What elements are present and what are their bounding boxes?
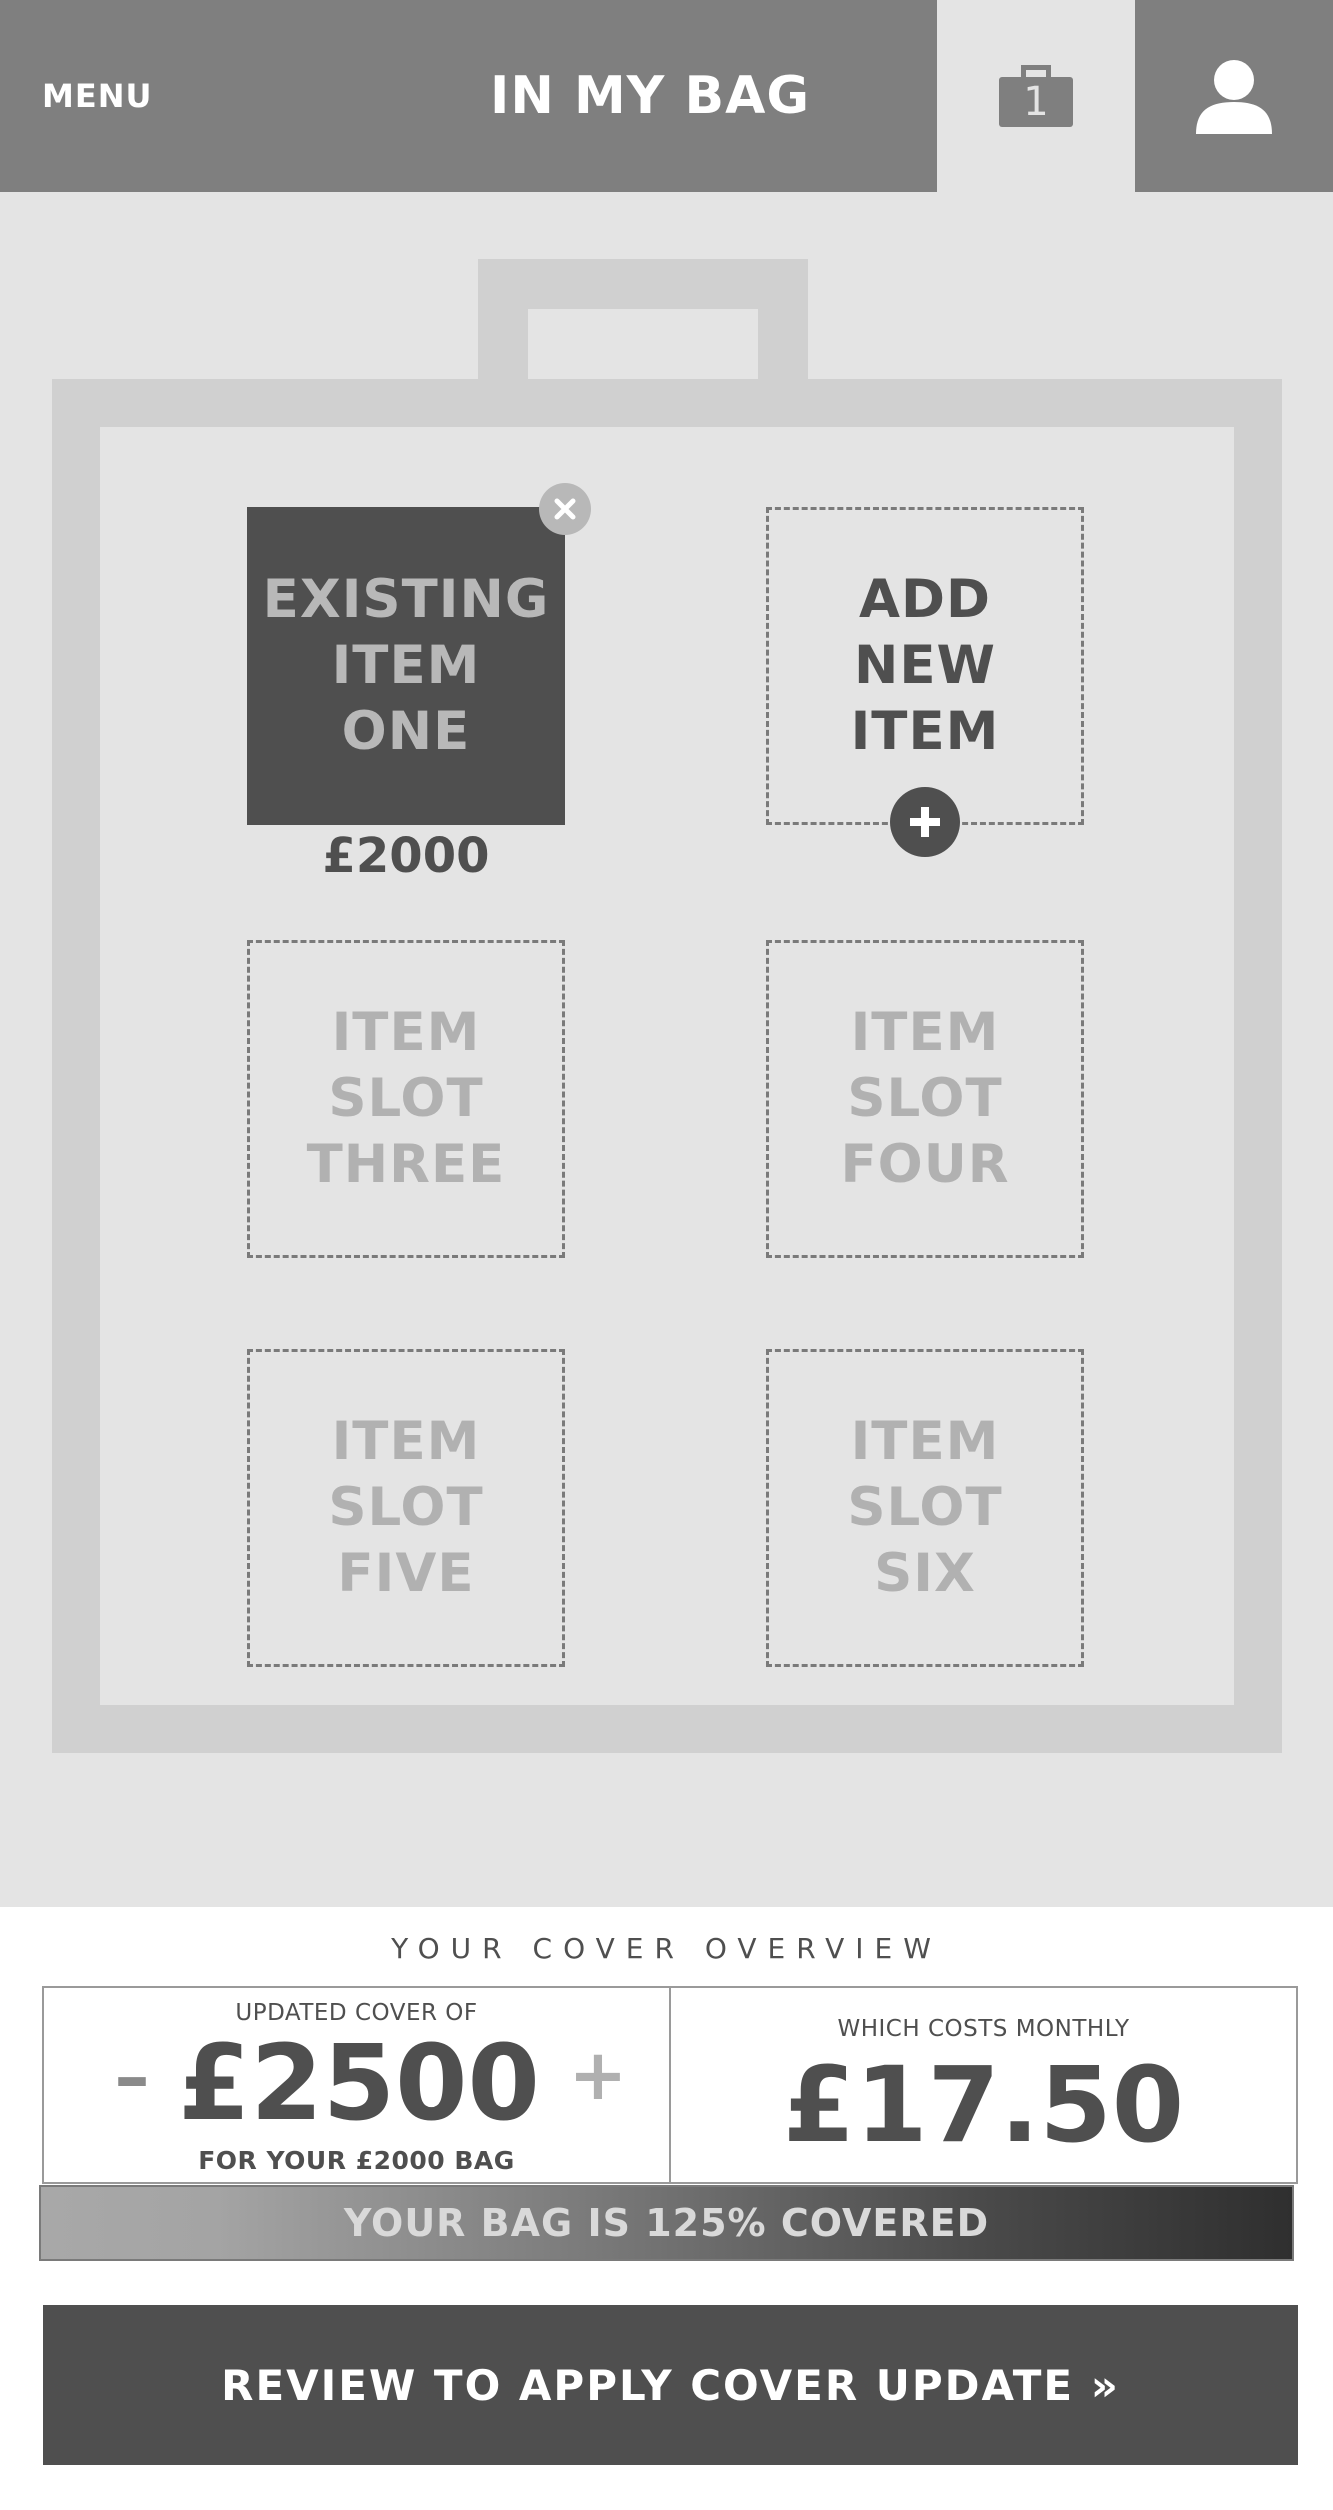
coverage-status-bar: YOUR BAG IS 125% COVERED xyxy=(39,2185,1294,2261)
cover-amount-box: UPDATED COVER OF – £2500 + FOR YOUR £200… xyxy=(42,1986,671,2184)
menu-label: MENU xyxy=(42,77,153,115)
bag-tab[interactable]: 1 xyxy=(937,0,1135,192)
bag-item-existing[interactable]: EXISTING ITEM ONE xyxy=(247,507,565,825)
add-new-item-slot[interactable]: ADD NEW ITEM xyxy=(766,507,1084,825)
slot-label: ITEM SLOT THREE xyxy=(306,1002,506,1195)
item-label: EXISTING ITEM ONE xyxy=(262,569,550,762)
cost-label: WHICH COSTS MONTHLY xyxy=(837,2016,1130,2042)
remove-item-button[interactable] xyxy=(539,483,591,535)
item-price: £2000 xyxy=(322,828,490,884)
bag-handle xyxy=(478,259,808,379)
cover-amount: £2500 xyxy=(178,2022,540,2144)
user-profile-button[interactable] xyxy=(1135,0,1333,192)
slot-label: ITEM SLOT FIVE xyxy=(328,1411,484,1604)
close-icon xyxy=(554,498,576,520)
bag-icon: 1 xyxy=(999,65,1073,127)
cta-label: REVIEW TO APPLY COVER UPDATE » xyxy=(221,2360,1120,2410)
add-item-button[interactable] xyxy=(890,787,960,857)
user-icon xyxy=(1196,60,1272,134)
bag-count: 1 xyxy=(1023,79,1049,125)
slot-label: ITEM SLOT FOUR xyxy=(840,1002,1010,1195)
item-slot-six[interactable]: ITEM SLOT SIX xyxy=(766,1349,1084,1667)
coverage-text: YOUR BAG IS 125% COVERED xyxy=(343,2201,990,2245)
item-slot-three[interactable]: ITEM SLOT THREE xyxy=(247,940,565,1258)
decrease-cover-button[interactable]: – xyxy=(102,2036,162,2118)
overview-title: YOUR COVER OVERVIEW xyxy=(391,1932,942,1965)
page-title: IN MY BAG xyxy=(489,66,811,126)
review-cover-update-button[interactable]: REVIEW TO APPLY COVER UPDATE » xyxy=(43,2305,1298,2465)
monthly-cost-box: WHICH COSTS MONTHLY £17.50 xyxy=(671,1986,1298,2184)
cover-subtitle: FOR YOUR £2000 BAG xyxy=(198,2146,515,2175)
add-item-label: ADD NEW ITEM xyxy=(850,569,1000,762)
item-slot-five[interactable]: ITEM SLOT FIVE xyxy=(247,1349,565,1667)
slot-label: ITEM SLOT SIX xyxy=(847,1411,1003,1604)
menu-button[interactable]: MENU xyxy=(0,0,200,192)
monthly-cost: £17.50 xyxy=(782,2044,1185,2166)
plus-icon xyxy=(910,807,940,837)
item-slot-four[interactable]: ITEM SLOT FOUR xyxy=(766,940,1084,1258)
increase-cover-button[interactable]: + xyxy=(568,2034,628,2116)
